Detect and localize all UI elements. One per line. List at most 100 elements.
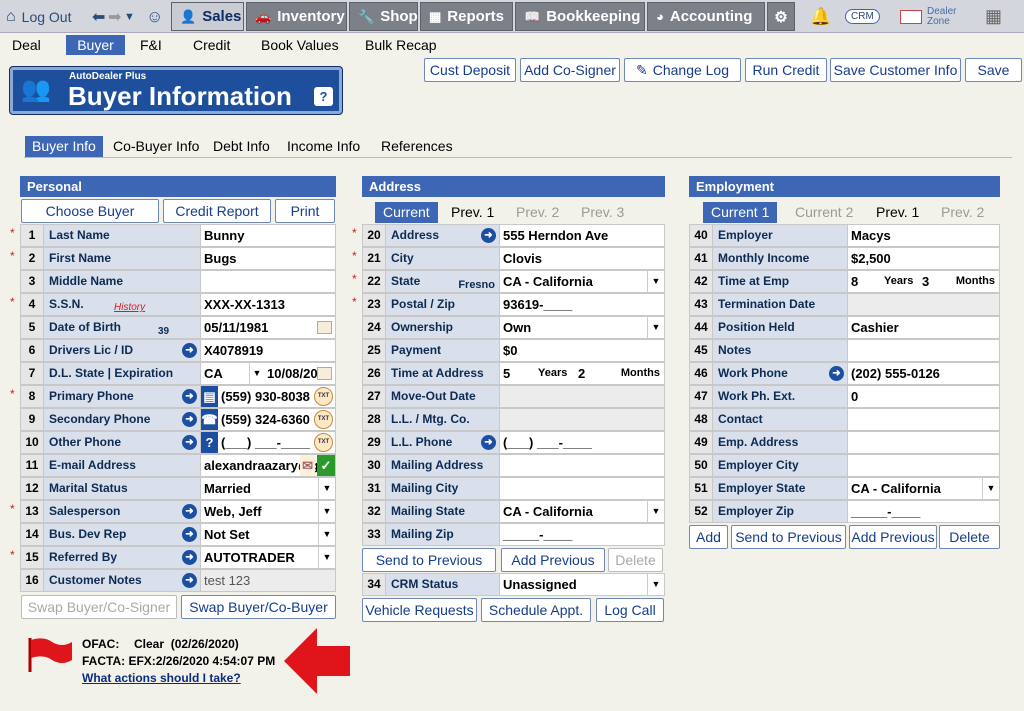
address-field-20[interactable]: 555 Herndon Ave: [500, 224, 665, 247]
go-arrow-icon[interactable]: ➜: [182, 573, 197, 588]
employment-field-46[interactable]: (202) 555-0126: [848, 362, 1000, 385]
subnav-deal[interactable]: Deal: [6, 35, 47, 55]
text-message-icon[interactable]: TXT: [314, 387, 333, 406]
ofac-actions-link[interactable]: What actions should I take?: [82, 671, 241, 685]
swap-buyer-co-signer-button[interactable]: Swap Buyer/Co-Signer: [21, 595, 177, 619]
personal-field-4[interactable]: XXX-XX-1313: [201, 293, 336, 316]
go-arrow-icon[interactable]: ➜: [182, 389, 197, 404]
address-tab-current[interactable]: Current: [375, 202, 438, 223]
employment-field-50[interactable]: [848, 454, 1000, 477]
delete-previous-button[interactable]: Delete: [608, 548, 663, 572]
employment-field-43[interactable]: [848, 293, 1000, 316]
employment-field-45[interactable]: [848, 339, 1000, 362]
swap-buyer-co-buyer-button[interactable]: Swap Buyer/Co-Buyer: [181, 595, 336, 619]
employment-field-51[interactable]: CA - California ▼: [848, 477, 1000, 500]
tab-references[interactable]: References: [374, 136, 460, 157]
employment-tab-prev2[interactable]: Prev. 2: [933, 202, 992, 223]
go-arrow-icon[interactable]: ➜: [829, 366, 844, 381]
tab-co-buyer-info[interactable]: Co-Buyer Info: [106, 136, 206, 157]
address-field-23[interactable]: 93619-____: [500, 293, 665, 316]
employment-field-44[interactable]: Cashier: [848, 316, 1000, 339]
email-icon[interactable]: ✉: [300, 455, 315, 476]
personal-field-3[interactable]: [201, 270, 336, 293]
go-arrow-icon[interactable]: ➜: [182, 412, 197, 427]
logout-button[interactable]: ⌂ Log Out: [6, 0, 72, 33]
crm-button[interactable]: CRM: [845, 0, 880, 33]
employment-tab-current1[interactable]: Current 1: [703, 202, 778, 223]
save-button[interactable]: Save: [965, 58, 1022, 82]
vehicle-requests-button[interactable]: Vehicle Requests: [362, 598, 477, 622]
cust-deposit-button[interactable]: Cust Deposit: [424, 58, 516, 82]
subnav-book-values[interactable]: Book Values: [255, 35, 345, 55]
go-arrow-icon[interactable]: ➜: [182, 435, 197, 450]
employment-field-52[interactable]: _____-____: [848, 500, 1000, 523]
personal-field-5[interactable]: 05/11/1981: [201, 316, 336, 339]
months-value[interactable]: 2: [578, 363, 585, 384]
customer-face-icon[interactable]: ☺: [146, 0, 163, 33]
choose-buyer-button[interactable]: Choose Buyer: [21, 199, 159, 223]
address-field-28[interactable]: [500, 408, 665, 431]
subnav-buyer[interactable]: Buyer: [66, 35, 125, 55]
address-field-32[interactable]: CA - California ▼: [500, 500, 665, 523]
tab-shop[interactable]: 🔧 Shop: [349, 2, 418, 31]
go-arrow-icon[interactable]: ➜: [481, 435, 496, 450]
personal-field-16[interactable]: test 123: [201, 569, 336, 592]
personal-field-9[interactable]: ☎ (559) 324-6360 TXT: [201, 408, 336, 431]
employment-field-41[interactable]: $2,500: [848, 247, 1000, 270]
go-arrow-icon[interactable]: ➜: [182, 504, 197, 519]
employment-field-48[interactable]: [848, 408, 1000, 431]
employment-tab-current2[interactable]: Current 2: [787, 202, 861, 223]
address-tab-prev1[interactable]: Prev. 1: [443, 202, 502, 223]
employment-add-button[interactable]: Add: [689, 525, 728, 549]
personal-field-1[interactable]: Bunny: [201, 224, 336, 247]
save-customer-info-button[interactable]: Save Customer Info: [830, 58, 961, 82]
months-value[interactable]: 3: [922, 271, 929, 292]
go-arrow-icon[interactable]: ➜: [182, 527, 197, 542]
tab-debt-info[interactable]: Debt Info: [206, 136, 277, 157]
address-field-30[interactable]: [500, 454, 665, 477]
go-arrow-icon[interactable]: ➜: [182, 343, 197, 358]
subnav-bulk-recap[interactable]: Bulk Recap: [359, 35, 443, 55]
go-arrow-icon[interactable]: ➜: [182, 550, 197, 565]
back-icon[interactable]: ⬅: [92, 0, 105, 33]
employment-send-to-previous-button[interactable]: Send to Previous: [731, 525, 846, 549]
help-icon[interactable]: ?: [314, 87, 333, 106]
personal-field-2[interactable]: Bugs: [201, 247, 336, 270]
employment-delete-button[interactable]: Delete: [939, 525, 1000, 549]
crm-status-select[interactable]: Unassigned ▼: [500, 573, 665, 596]
address-field-29[interactable]: (___) ___-____: [500, 431, 665, 454]
tab-income-info[interactable]: Income Info: [280, 136, 367, 157]
employment-add-previous-button[interactable]: Add Previous: [849, 525, 937, 549]
bell-icon[interactable]: 🔔: [810, 0, 831, 33]
employment-field-42[interactable]: 8 Years 3 Months: [848, 270, 1000, 293]
employment-tab-prev1[interactable]: Prev. 1: [868, 202, 927, 223]
address-field-31[interactable]: [500, 477, 665, 500]
tab-sales[interactable]: 👤 Sales: [171, 2, 244, 31]
personal-field-11[interactable]: alexandraazary@g ✉ ✓: [201, 454, 336, 477]
send-to-previous-button[interactable]: Send to Previous: [362, 548, 496, 572]
check-icon[interactable]: ✓: [317, 455, 335, 476]
tab-buyer-info[interactable]: Buyer Info: [25, 136, 103, 157]
address-field-24[interactable]: Own ▼: [500, 316, 665, 339]
text-message-icon[interactable]: TXT: [314, 410, 333, 429]
address-tab-prev3[interactable]: Prev. 3: [573, 202, 632, 223]
address-field-25[interactable]: $0: [500, 339, 665, 362]
history-dropdown-icon[interactable]: ▼: [124, 0, 135, 33]
address-field-33[interactable]: _____-____: [500, 523, 665, 546]
credit-report-button[interactable]: Credit Report: [163, 199, 271, 223]
go-arrow-icon[interactable]: ➜: [481, 228, 496, 243]
employment-field-40[interactable]: Macys: [848, 224, 1000, 247]
address-tab-prev2[interactable]: Prev. 2: [508, 202, 567, 223]
tab-bookkeeping[interactable]: 📖 Bookkeeping: [515, 2, 645, 31]
employment-field-47[interactable]: 0: [848, 385, 1000, 408]
address-field-27[interactable]: [500, 385, 665, 408]
tab-reports[interactable]: ▦ Reports: [420, 2, 513, 31]
personal-field-10[interactable]: ? (___) ___-____ TXT: [201, 431, 336, 454]
add-co-signer-button[interactable]: Add Co-Signer: [520, 58, 620, 82]
employment-field-49[interactable]: [848, 431, 1000, 454]
calculator-icon[interactable]: ▦: [985, 0, 1002, 33]
personal-field-14[interactable]: Not Set ▼: [201, 523, 336, 546]
calendar-icon[interactable]: [317, 367, 332, 380]
tab-accounting[interactable]: ◕ Accounting: [647, 2, 765, 31]
forward-icon[interactable]: ➡: [108, 0, 121, 33]
